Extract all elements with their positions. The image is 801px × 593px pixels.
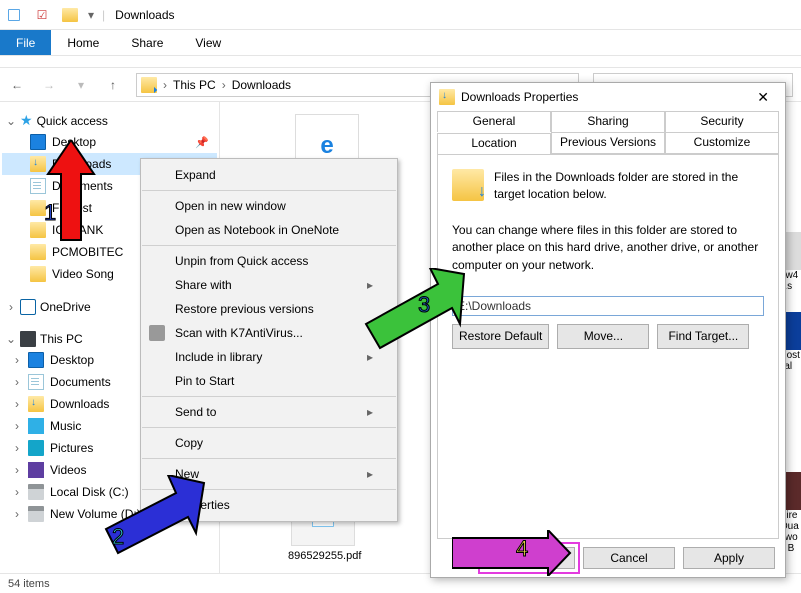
annotation-arrow-2 — [92, 475, 212, 559]
ribbon-tabs: File Home Share View — [0, 30, 801, 56]
folder-arrow-icon — [452, 169, 484, 201]
drive-icon — [28, 506, 44, 522]
music-icon — [28, 418, 44, 434]
item-count: 54 items — [8, 578, 50, 590]
chevron-right-icon[interactable]: › — [6, 300, 16, 314]
chevron-right-icon: ▸ — [367, 405, 373, 419]
tab-general[interactable]: General — [437, 111, 551, 132]
tab-sharing[interactable]: Sharing — [551, 111, 665, 132]
info-text: You can change where files in this folde… — [452, 222, 764, 274]
sidebar-item-label: Desktop — [50, 353, 94, 367]
tab-home[interactable]: Home — [51, 30, 115, 55]
annotation-number-3: 3 — [418, 292, 430, 318]
onedrive-icon — [20, 299, 36, 315]
dialog-body: Files in the Downloads folder are stored… — [437, 154, 779, 539]
window-title: Downloads — [109, 8, 174, 22]
k7-icon — [149, 325, 165, 341]
downloads-icon — [141, 77, 157, 93]
find-target-button[interactable]: Find Target... — [657, 324, 749, 349]
annotation-arrow-4 — [452, 530, 572, 576]
tab-view[interactable]: View — [179, 30, 237, 55]
tab-file[interactable]: File — [0, 30, 51, 55]
up-button[interactable]: ↑ — [104, 76, 122, 94]
properties-dialog: Downloads Properties ✕ General Sharing S… — [430, 82, 786, 578]
close-button[interactable]: ✕ — [749, 87, 777, 108]
chevron-right-icon[interactable]: › — [163, 78, 167, 92]
qat-dropdown-icon[interactable]: ▾ — [88, 8, 94, 22]
folder-icon — [60, 5, 80, 25]
sidebar-item-label: Music — [50, 419, 81, 433]
pin-icon[interactable] — [4, 5, 24, 25]
chevron-down-icon[interactable]: ⌄ — [6, 332, 16, 346]
onedrive-label: OneDrive — [40, 300, 91, 314]
tab-security[interactable]: Security — [665, 111, 779, 132]
star-icon: ★ — [20, 112, 33, 129]
downloads-icon — [28, 396, 44, 412]
tab-share[interactable]: Share — [115, 30, 179, 55]
location-path-input[interactable] — [452, 296, 764, 316]
chevron-right-icon[interactable]: › — [222, 78, 226, 92]
sidebar-item-label: Videos — [50, 463, 86, 477]
titlebar: ☑ ▾ | Downloads — [0, 0, 801, 30]
apply-button[interactable]: Apply — [683, 547, 775, 569]
ctx-open-new-window[interactable]: Open in new window — [141, 194, 397, 218]
annotation-number-2: 2 — [112, 524, 124, 550]
chevron-down-icon[interactable]: ⌄ — [6, 114, 16, 128]
move-button[interactable]: Move... — [557, 324, 649, 349]
recent-dropdown[interactable]: ▾ — [72, 76, 90, 94]
sidebar-item-label: Downloads — [50, 397, 109, 411]
crumb-thispc[interactable]: This PC — [173, 78, 216, 92]
videos-icon — [28, 462, 44, 478]
documents-icon — [28, 374, 44, 390]
ctx-onenote[interactable]: Open as Notebook in OneNote — [141, 218, 397, 242]
properties-icon[interactable]: ☑ — [32, 5, 52, 25]
drive-icon — [28, 484, 44, 500]
file-name: 896529255.pdf — [288, 550, 358, 562]
ribbon-body — [0, 56, 801, 68]
pictures-icon — [28, 440, 44, 456]
desktop-icon — [28, 352, 44, 368]
thispc-label: This PC — [40, 332, 83, 346]
quick-access-group[interactable]: ⌄ ★ Quick access — [2, 108, 217, 131]
pin-icon: 📌 — [195, 136, 209, 149]
folder-icon — [30, 266, 46, 282]
sidebar-item-label: Documents — [50, 375, 111, 389]
info-text: Files in the Downloads folder are stored… — [452, 169, 764, 204]
annotation-number-1: 1 — [44, 200, 56, 226]
tab-customize[interactable]: Customize — [665, 132, 779, 154]
quick-access-toolbar: ☑ ▾ | — [0, 5, 109, 25]
tab-previous-versions[interactable]: Previous Versions — [551, 132, 665, 154]
forward-button[interactable]: → — [40, 76, 58, 94]
tab-location[interactable]: Location — [437, 133, 551, 155]
annotation-arrow-3 — [356, 268, 474, 354]
annotation-number-4: 4 — [516, 536, 528, 562]
ctx-pin-to-start[interactable]: Pin to Start — [141, 369, 397, 393]
ctx-send-to[interactable]: Send to▸ — [141, 400, 397, 424]
sidebar-item-label: Pictures — [50, 441, 93, 455]
ctx-expand[interactable]: Expand — [141, 163, 397, 187]
pc-icon — [20, 331, 36, 347]
downloads-icon — [439, 89, 455, 105]
dialog-title: Downloads Properties — [461, 90, 578, 104]
annotation-arrow-1 — [36, 140, 106, 250]
chevron-right-icon: ▸ — [367, 467, 373, 481]
crumb-downloads[interactable]: Downloads — [232, 78, 291, 92]
breadcrumb: This PC › Downloads — [173, 78, 291, 92]
sidebar-item-desktop[interactable]: Desktop📌 — [2, 131, 217, 153]
cancel-button[interactable]: Cancel — [583, 547, 675, 569]
dialog-tabs: General Sharing Security Location Previo… — [437, 111, 779, 154]
quick-access-label: Quick access — [37, 114, 108, 128]
ctx-copy[interactable]: Copy — [141, 431, 397, 455]
sidebar-item-label: Video Song — [52, 267, 114, 281]
back-button[interactable]: ← — [8, 76, 26, 94]
dialog-titlebar: Downloads Properties ✕ — [431, 83, 785, 111]
